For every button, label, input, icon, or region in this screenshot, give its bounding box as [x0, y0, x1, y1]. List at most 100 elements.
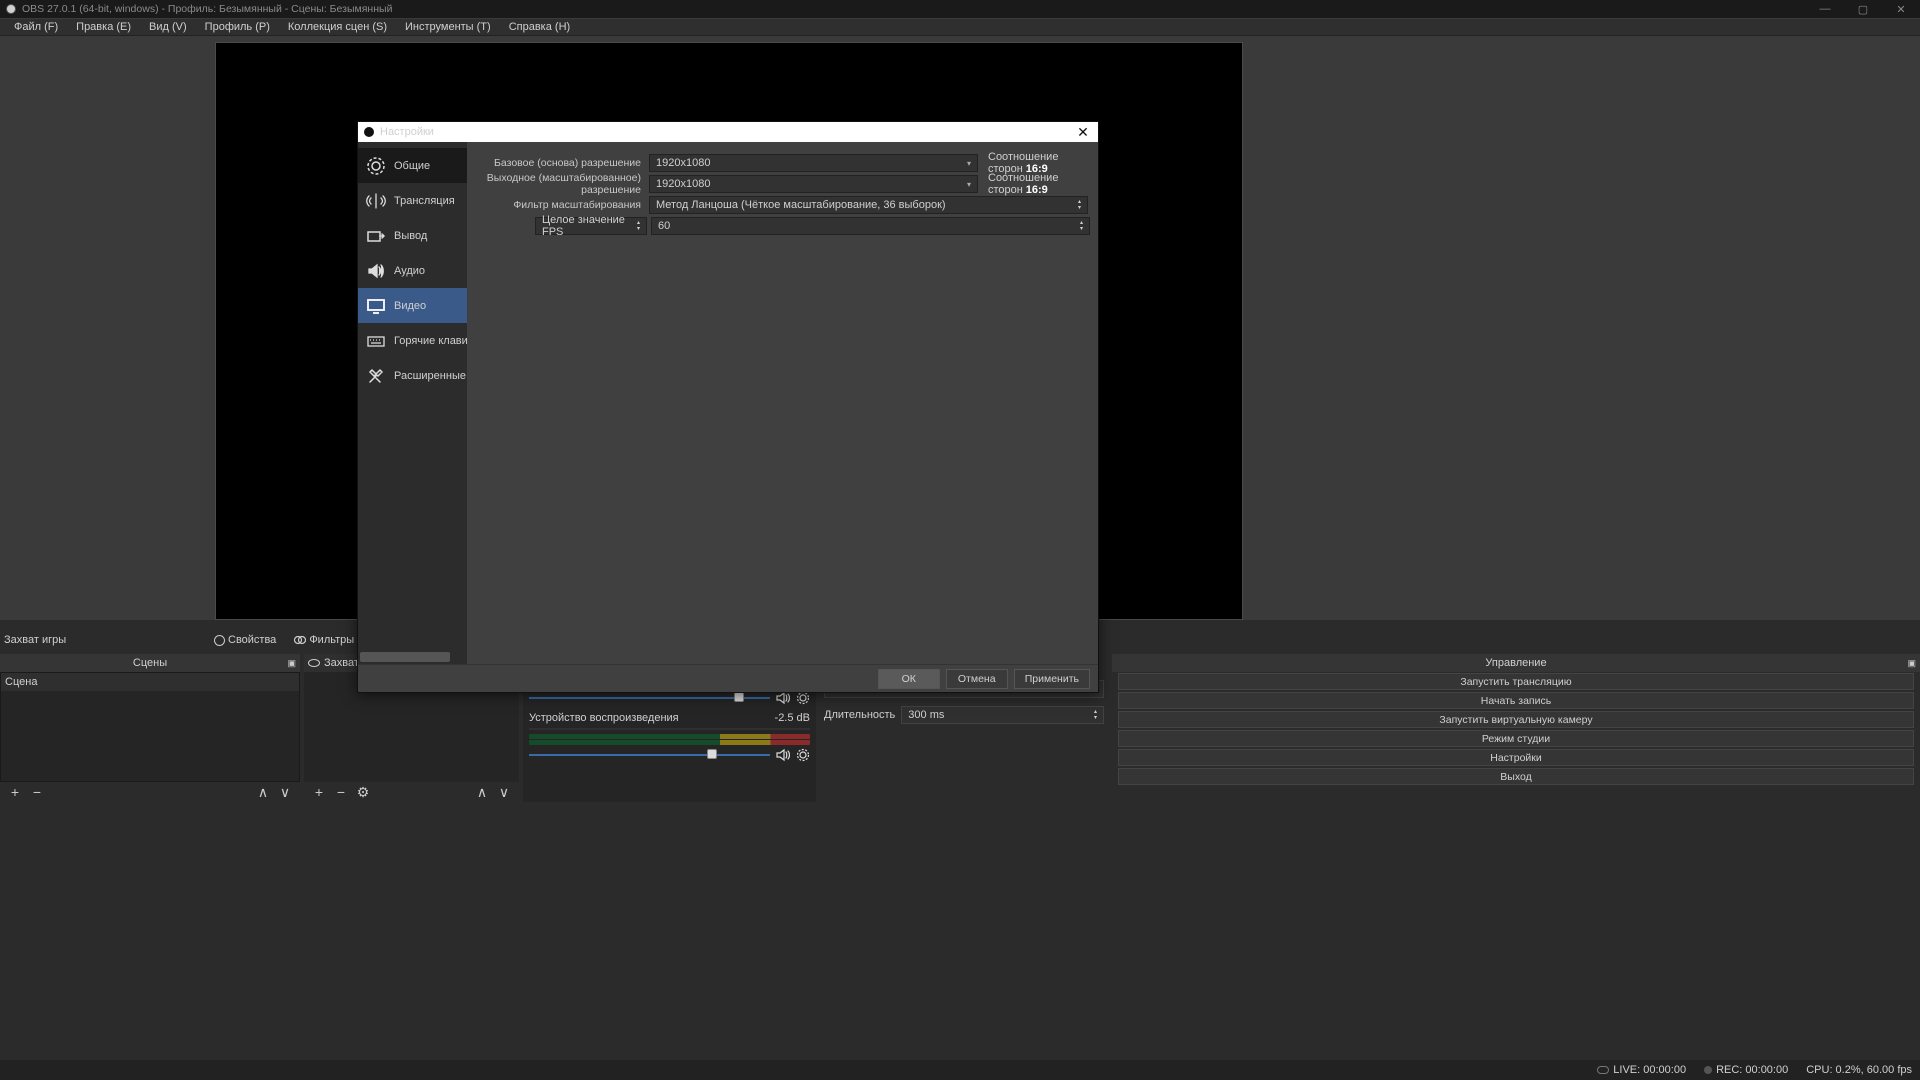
start-virtualcam-button[interactable]: Запустить виртуальную камеру — [1118, 711, 1914, 728]
meter-bar — [529, 740, 810, 745]
tab-label: Расширенные — [394, 370, 466, 382]
close-button[interactable]: ✕ — [1882, 0, 1920, 18]
dock-popout-icon[interactable]: ▣ — [1907, 658, 1916, 669]
settings-tab-hotkeys[interactable]: Горячие клавиши — [358, 323, 467, 358]
settings-tab-output[interactable]: Вывод — [358, 218, 467, 253]
fps-value-spinbox[interactable]: 60 ▴▾ — [651, 217, 1090, 235]
add-source-button[interactable]: + — [310, 784, 328, 800]
maximize-button[interactable]: ▢ — [1844, 0, 1882, 18]
volume-slider[interactable] — [529, 697, 770, 699]
settings-apply-button[interactable]: Применить — [1014, 669, 1090, 689]
combo-arrows-icon: ▴▾ — [637, 220, 640, 232]
menu-profile[interactable]: Профиль (P) — [197, 19, 278, 35]
gear-icon[interactable] — [796, 748, 810, 762]
speaker-icon[interactable] — [776, 748, 790, 762]
selected-source-label: Захват игры — [0, 634, 200, 646]
output-icon — [366, 226, 386, 246]
output-resolution-combo[interactable]: 1920x1080 ▾ — [649, 175, 978, 193]
remove-source-button[interactable]: − — [332, 784, 350, 800]
mixer-channel: Устройство воспроизведения-2.5 dB — [523, 708, 816, 765]
tab-label: Вывод — [394, 230, 427, 242]
minimize-button[interactable]: — — [1806, 0, 1844, 18]
settings-tab-video[interactable]: Видео — [358, 288, 467, 323]
combo-arrows-icon: ▴▾ — [1078, 199, 1081, 211]
fps-type-combo[interactable]: Целое значение FPS▴▾ — [535, 217, 647, 235]
studio-mode-button[interactable]: Режим студии — [1118, 730, 1914, 747]
fps-value: 60 — [658, 220, 670, 232]
base-resolution-value: 1920x1080 — [656, 157, 710, 169]
spin-arrows-icon[interactable]: ▴▾ — [1080, 220, 1083, 232]
settings-button[interactable]: Настройки — [1118, 749, 1914, 766]
window-controls: — ▢ ✕ — [1806, 0, 1920, 18]
settings-tab-general[interactable]: Общие — [358, 148, 467, 183]
gear-icon[interactable] — [796, 691, 810, 705]
scene-item-label: Сцена — [5, 676, 37, 688]
tab-label: Общие — [394, 160, 430, 172]
base-resolution-label: Базовое (основа) разрешение — [475, 157, 645, 169]
downscale-filter-combo[interactable]: Метод Ланцоша (Чёткое масштабирование, 3… — [649, 196, 1088, 214]
speaker-icon[interactable] — [776, 691, 790, 705]
tab-label: Аудио — [394, 265, 425, 277]
settings-tab-advanced[interactable]: Расширенные — [358, 358, 467, 393]
chevron-down-icon: ▾ — [967, 180, 971, 189]
base-resolution-combo[interactable]: 1920x1080 ▾ — [649, 154, 978, 172]
live-status: LIVE: 00:00:00 — [1597, 1064, 1686, 1076]
scenes-title: Сцены — [133, 657, 167, 669]
controls-dock: Управление▣ Запустить трансляцию Начать … — [1112, 654, 1920, 802]
duration-spinbox[interactable]: 300 ms ▴▾ — [901, 706, 1104, 724]
fps-type-value: Целое значение FPS — [542, 214, 637, 238]
exit-button[interactable]: Выход — [1118, 768, 1914, 785]
remove-scene-button[interactable]: − — [28, 784, 46, 800]
dock-popout-icon[interactable]: ▣ — [287, 658, 296, 669]
settings-tab-stream[interactable]: Трансляция — [358, 183, 467, 218]
app-logo-icon — [6, 4, 16, 14]
spin-arrows-icon[interactable]: ▴▾ — [1094, 709, 1097, 721]
scene-up-button[interactable]: ∧ — [254, 784, 272, 801]
add-scene-button[interactable]: + — [6, 784, 24, 800]
filters-button[interactable]: Фильтры — [290, 634, 358, 646]
source-down-button[interactable]: ∨ — [495, 784, 513, 801]
sidebar-scrollbar[interactable] — [360, 652, 450, 662]
scenes-header[interactable]: Сцены ▣ — [0, 654, 300, 672]
start-stream-button[interactable]: Запустить трансляцию — [1118, 673, 1914, 690]
record-icon — [1704, 1066, 1712, 1074]
settings-ok-button[interactable]: ОК — [878, 669, 940, 689]
settings-titlebar[interactable]: Настройки ✕ — [358, 122, 1098, 142]
duration-value: 300 ms — [908, 709, 944, 721]
aspect-output: Соотношение сторон 16:9 — [982, 172, 1090, 196]
output-resolution-value: 1920x1080 — [656, 178, 710, 190]
settings-dialog: Настройки ✕ Общие Трансляция Вывод Аудио — [357, 121, 1099, 693]
menu-file[interactable]: Файл (F) — [6, 19, 66, 35]
source-settings-button[interactable]: ⚙ — [354, 784, 372, 801]
downscale-filter-value: Метод Ланцоша (Чёткое масштабирование, 3… — [656, 199, 946, 211]
menu-help[interactable]: Справка (H) — [501, 19, 578, 35]
meter-bar — [529, 734, 810, 739]
start-record-button[interactable]: Начать запись — [1118, 692, 1914, 709]
menu-view[interactable]: Вид (V) — [141, 19, 195, 35]
channel-name: Устройство воспроизведения — [529, 712, 679, 724]
cpu-status: CPU: 0.2%, 60.00 fps — [1806, 1064, 1912, 1076]
meter-scale — [529, 726, 810, 732]
scene-item[interactable]: Сцена — [1, 673, 299, 691]
tools-icon — [366, 366, 386, 386]
settings-title: Настройки — [380, 126, 434, 138]
volume-slider[interactable] — [529, 754, 770, 756]
filters-icon — [294, 634, 306, 646]
gear-icon — [214, 635, 225, 646]
eye-icon[interactable] — [308, 659, 320, 667]
menu-tools[interactable]: Инструменты (T) — [397, 19, 499, 35]
properties-button[interactable]: Свойства — [210, 634, 280, 646]
controls-header[interactable]: Управление▣ — [1112, 654, 1920, 672]
settings-tab-audio[interactable]: Аудио — [358, 253, 467, 288]
obs-icon — [364, 127, 374, 137]
scene-down-button[interactable]: ∨ — [276, 784, 294, 801]
settings-cancel-button[interactable]: Отмена — [946, 669, 1008, 689]
window-title: OBS 27.0.1 (64-bit, windows) - Профиль: … — [22, 3, 392, 15]
menu-scene-collection[interactable]: Коллекция сцен (S) — [280, 19, 395, 35]
source-up-button[interactable]: ∧ — [473, 784, 491, 801]
settings-video-panel: Базовое (основа) разрешение 1920x1080 ▾ С… — [467, 142, 1098, 664]
settings-sidebar: Общие Трансляция Вывод Аудио Видео Горяч… — [358, 142, 467, 664]
menu-edit[interactable]: Правка (E) — [68, 19, 139, 35]
chevron-down-icon: ▾ — [967, 159, 971, 168]
settings-close-button[interactable]: ✕ — [1074, 124, 1092, 141]
